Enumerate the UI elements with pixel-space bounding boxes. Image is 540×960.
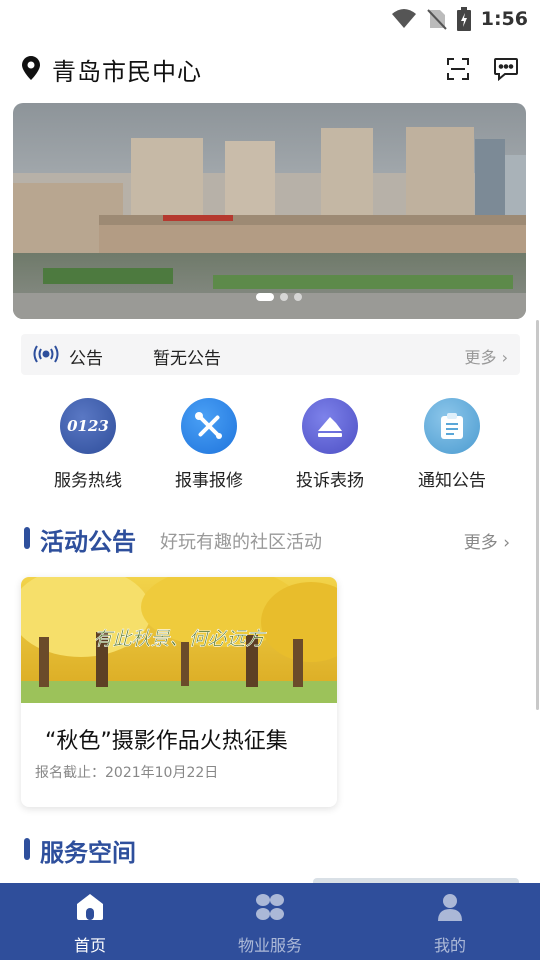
notice-text: 暂无公告	[153, 349, 221, 369]
status-bar: 1:56	[0, 0, 540, 38]
complaint-icon	[302, 398, 358, 454]
quick-action-label: 投诉表扬	[296, 471, 364, 491]
bottom-tab-bar: 首页 物业服务 我的	[0, 883, 540, 960]
quick-action-repair[interactable]: 报事报修	[154, 398, 264, 491]
battery-icon	[456, 7, 471, 31]
activity-card-image-caption: 有此秋景、何必远方	[93, 628, 266, 650]
section-accent-bar	[24, 527, 30, 549]
tab-home-label: 首页	[73, 936, 106, 955]
banner-carousel[interactable]	[13, 103, 526, 319]
quick-action-label: 通知公告	[418, 471, 486, 491]
status-time: 1:56	[480, 8, 528, 30]
quick-action-complaint[interactable]: 投诉表扬	[275, 398, 385, 491]
tab-home[interactable]: 首页	[30, 883, 150, 960]
notice-more-link[interactable]: 更多 ›	[465, 344, 509, 368]
quick-action-label: 报事报修	[175, 471, 243, 491]
location-title[interactable]: 青岛市民中心	[52, 52, 202, 87]
clipboard-icon	[424, 398, 480, 454]
quick-action-hotline[interactable]: 0123 服务热线	[33, 398, 143, 491]
no-sim-icon	[427, 9, 447, 30]
repair-tools-icon	[181, 398, 237, 454]
tab-property-services[interactable]: 物业服务	[210, 883, 330, 960]
quick-action-label: 服务热线	[54, 471, 122, 491]
scrollbar[interactable]	[536, 320, 539, 710]
activity-more-link[interactable]: 更多 ›	[464, 528, 510, 553]
scan-icon[interactable]	[446, 57, 470, 81]
tab-mine-label: 我的	[433, 936, 466, 955]
grid-icon	[256, 894, 284, 920]
carousel-dots	[256, 293, 302, 301]
activity-card[interactable]: 有此秋景、何必远方 “秋色”摄影作品火热征集 报名截止：2021年10月22日	[21, 577, 337, 807]
home-icon	[77, 894, 103, 920]
carousel-dot[interactable]	[280, 293, 288, 301]
notice-label: 公告	[69, 349, 103, 369]
section-accent-bar	[24, 838, 30, 860]
tab-property-services-label: 物业服务	[237, 936, 302, 955]
carousel-dot[interactable]	[294, 293, 302, 301]
activity-section-subtitle: 好玩有趣的社区活动	[160, 532, 322, 553]
tab-mine[interactable]: 我的	[390, 883, 510, 960]
service-section-title: 服务空间	[40, 839, 136, 867]
message-icon[interactable]	[493, 57, 519, 81]
activity-card-image: 有此秋景、何必远方	[21, 577, 337, 703]
service-section-header: 服务空间	[0, 831, 540, 867]
activity-section-title: 活动公告	[40, 528, 136, 556]
quick-action-notification[interactable]: 通知公告	[397, 398, 507, 491]
hotline-0123-icon: 0123	[60, 398, 116, 454]
activity-card-title: “秋色”摄影作品火热征集	[45, 729, 288, 754]
header: 青岛市民中心	[0, 46, 540, 94]
wifi-icon	[391, 9, 416, 28]
map-pin-icon[interactable]	[22, 56, 40, 80]
notice-bar[interactable]: 公告 暂无公告 更多 ›	[21, 334, 520, 375]
user-icon	[438, 894, 462, 921]
carousel-dot-active[interactable]	[256, 293, 274, 301]
activity-section-header: 活动公告 好玩有趣的社区活动 更多 ›	[0, 520, 540, 556]
broadcast-icon	[33, 345, 59, 363]
quick-actions: 0123 服务热线 报事报修 投诉表扬 通知公告	[0, 398, 540, 498]
activity-card-deadline: 报名截止：2021年10月22日	[35, 765, 219, 781]
banner-image	[13, 103, 526, 319]
